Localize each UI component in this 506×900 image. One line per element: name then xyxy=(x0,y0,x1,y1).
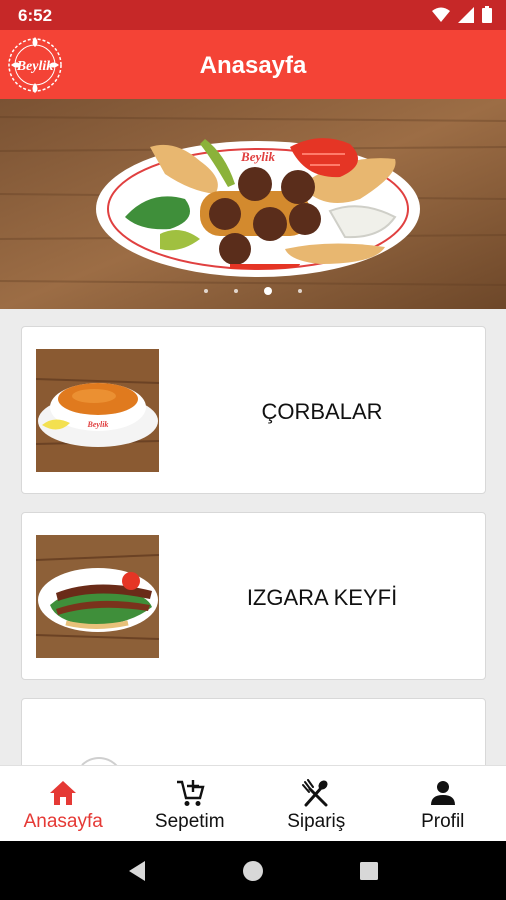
bottom-navigation: Anasayfa Sepetim Sipariş Profil xyxy=(0,765,506,841)
category-label: ÇORBALAR xyxy=(261,399,383,424)
banner-carousel[interactable]: Beylik xyxy=(0,99,506,309)
app-bar: Beylik Anasayfa xyxy=(0,30,506,99)
nav-item-profil[interactable]: Profil xyxy=(380,766,506,841)
nav-item-sepetim[interactable]: Sepetim xyxy=(127,766,254,841)
nav-label: Anasayfa xyxy=(23,811,103,832)
nav-item-anasayfa[interactable]: Anasayfa xyxy=(0,766,127,841)
carousel-dots xyxy=(0,287,506,295)
status-icons xyxy=(432,6,492,23)
nav-label: Sipariş xyxy=(287,811,346,832)
recents-icon[interactable] xyxy=(359,861,379,881)
status-bar: 6:52 xyxy=(0,0,506,30)
person-icon xyxy=(428,778,458,808)
carousel-dot[interactable] xyxy=(234,289,238,293)
wifi-icon xyxy=(432,7,450,22)
carousel-dot[interactable] xyxy=(298,289,302,293)
category-label: IZGARA KEYFİ xyxy=(246,585,398,610)
nav-item-siparis[interactable]: Sipariş xyxy=(253,766,380,841)
home-circle-icon[interactable] xyxy=(242,860,264,882)
cart-add-icon xyxy=(175,778,205,808)
category-card-loading[interactable] xyxy=(21,698,486,765)
battery-icon xyxy=(482,6,492,23)
kebab-image xyxy=(36,535,159,658)
banner-image: Beylik xyxy=(0,99,506,309)
nav-label: Profil xyxy=(421,811,465,832)
system-navigation-bar xyxy=(0,841,506,900)
back-icon[interactable] xyxy=(127,860,147,882)
signal-icon xyxy=(458,6,474,23)
status-time: 6:52 xyxy=(18,6,53,25)
plate-logo-text: Beylik xyxy=(240,149,275,164)
category-card-corbalar[interactable]: Beylik ÇORBALAR xyxy=(21,326,486,494)
category-list: Beylik ÇORBALAR IZGARA KEYFİ xyxy=(0,309,506,765)
home-icon xyxy=(48,778,78,808)
page-title: Anasayfa xyxy=(199,52,307,79)
nav-label: Sepetim xyxy=(154,811,225,832)
carousel-dot[interactable] xyxy=(204,289,208,293)
category-card-izgara-keyfi[interactable]: IZGARA KEYFİ xyxy=(21,512,486,680)
carousel-dot-active[interactable] xyxy=(264,287,272,295)
utensils-icon xyxy=(301,778,331,808)
soup-image: Beylik xyxy=(36,349,159,472)
svg-text:Beylik: Beylik xyxy=(87,420,109,429)
loading-spinner xyxy=(74,757,124,765)
